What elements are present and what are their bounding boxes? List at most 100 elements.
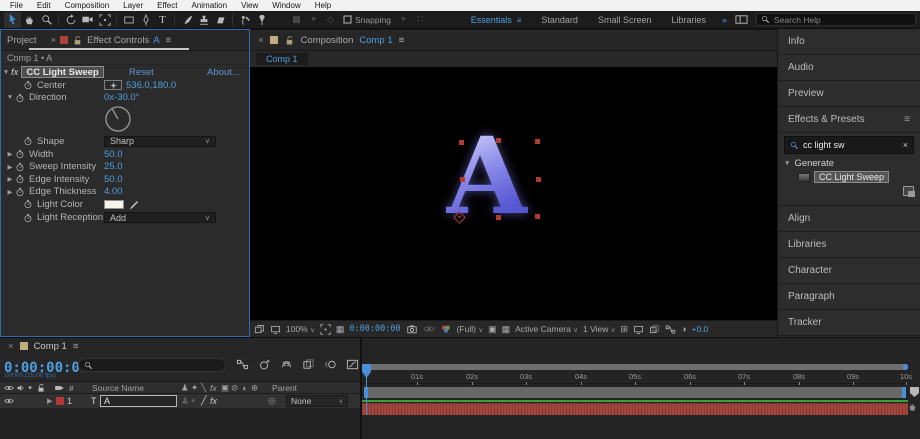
exposure-value[interactable]: +0.0 — [692, 324, 709, 334]
panel-menu-icon[interactable]: ≡ — [904, 114, 910, 125]
parent-dropdown[interactable]: None ∨ — [286, 395, 348, 407]
angle-dial[interactable] — [104, 105, 132, 133]
tab-composition[interactable]: Composition — [301, 35, 354, 46]
video-column-icon[interactable] — [4, 383, 14, 393]
stopwatch-icon[interactable] — [15, 187, 25, 197]
rotation-tool-icon[interactable] — [62, 12, 79, 28]
menu-file[interactable]: File — [3, 1, 30, 10]
draft-3d-icon[interactable] — [258, 358, 271, 371]
expander-icon[interactable]: ▼ — [784, 160, 790, 167]
label-column-icon[interactable] — [54, 382, 65, 393]
time-ruler[interactable]: 01s 02s 03s 04s 05s 06s 07s 08s 09s 10s — [362, 371, 908, 384]
motion-blur-switch-icon[interactable]: ⊘ — [231, 382, 238, 393]
grid-guides-icon[interactable]: ⊞ — [621, 324, 629, 335]
layer-duration-bar[interactable] — [362, 403, 908, 415]
eyedropper-icon[interactable] — [128, 199, 139, 210]
workspace-overflow-chevron[interactable]: » — [722, 15, 727, 25]
channel-icon[interactable] — [440, 323, 452, 335]
layer-label-color[interactable] — [56, 397, 64, 405]
timeline-search-box[interactable] — [78, 358, 226, 372]
adjustment-switch-icon[interactable]: ◑ — [241, 383, 246, 393]
pan-hand-icon[interactable] — [908, 402, 918, 412]
layer-row[interactable]: ▶ 1 T A ♟ ● ╱ fx ◎ None ∨ — [0, 394, 360, 409]
graph-editor-icon[interactable] — [346, 358, 359, 371]
target-region-icon[interactable]: ▣ — [488, 324, 497, 335]
selection-handle[interactable] — [496, 138, 501, 143]
center-value[interactable]: 536.0,180.0 — [126, 80, 176, 91]
sidebar-item-effects-presets[interactable]: Effects & Presets ≡ — [778, 107, 920, 133]
roto-brush-tool-icon[interactable] — [236, 12, 253, 28]
effects-group-generate[interactable]: ▼ Generate — [778, 157, 920, 170]
close-tab-icon[interactable]: × — [51, 35, 57, 46]
layer-shy-switch[interactable]: ♟ — [181, 396, 189, 407]
edge-intensity-value[interactable]: 50.0 — [104, 174, 123, 185]
workspace-standard[interactable]: Standard — [541, 15, 578, 25]
puppet-pin-tool-icon[interactable] — [253, 12, 270, 28]
sweep-intensity-value[interactable]: 25.0 — [104, 161, 123, 172]
workspace-small-screen[interactable]: Small Screen — [598, 15, 652, 25]
camera-dropdown[interactable]: Active Camera ∨ — [515, 324, 578, 334]
menu-window[interactable]: Window — [265, 1, 307, 10]
menu-layer[interactable]: Layer — [116, 1, 150, 10]
reset-button[interactable]: Reset — [129, 67, 154, 78]
motion-blur-icon[interactable] — [324, 358, 337, 371]
panel-menu-icon[interactable]: ≡ — [73, 341, 79, 352]
clone-stamp-tool-icon[interactable] — [195, 12, 212, 28]
resolution-dropdown[interactable]: (Full) ∨ — [457, 324, 484, 334]
hide-shy-layers-icon[interactable] — [280, 358, 293, 371]
pan-behind-tool-icon[interactable] — [96, 12, 113, 28]
menu-edit[interactable]: Edit — [30, 1, 58, 10]
comp-breadcrumb-tab[interactable]: Comp 1 — [256, 53, 308, 65]
direction-value[interactable]: 0x-30.0° — [104, 92, 140, 103]
lock-column-icon[interactable] — [36, 383, 46, 393]
main-monitor-icon[interactable] — [270, 324, 281, 335]
timeline-horizontal-scrollbar[interactable] — [364, 364, 908, 370]
effects-result-cc-light-sweep[interactable]: CC Light Sweep — [778, 170, 920, 184]
timeline-tab-comp1[interactable]: Comp 1 — [34, 341, 67, 352]
frame-blending-icon[interactable] — [302, 358, 315, 371]
type-tool-icon[interactable]: T — [154, 12, 171, 28]
edge-thickness-value[interactable]: 4.00 — [104, 186, 123, 197]
zoom-tool-icon[interactable] — [38, 12, 55, 28]
light-reception-dropdown[interactable]: Add∨ — [104, 212, 216, 223]
collapse-switch-icon[interactable]: ✦ — [191, 382, 198, 393]
layer-name-field[interactable]: A — [100, 395, 177, 407]
comp-flowchart-icon[interactable] — [665, 324, 676, 335]
preview-timecode[interactable]: 0:00:00:00 — [349, 324, 400, 334]
effects-search-box[interactable]: cc light sw × — [784, 136, 914, 154]
close-tab-icon[interactable]: × — [258, 35, 264, 46]
expander-icon[interactable]: ▼ — [5, 94, 15, 101]
selection-tool-icon[interactable] — [4, 12, 21, 28]
toggle-transparency-icon[interactable]: ▦ — [502, 324, 511, 335]
menu-animation[interactable]: Animation — [184, 1, 234, 10]
help-search-box[interactable]: Search Help — [756, 13, 916, 26]
parent-pickwhip-icon[interactable]: ◎ — [268, 396, 276, 407]
panel-menu-icon[interactable]: ≡ — [399, 35, 405, 46]
pixel-aspect-icon[interactable] — [633, 324, 644, 335]
solo-column-icon[interactable]: ● — [28, 384, 32, 391]
panel-menu-icon[interactable]: ≡ — [166, 35, 172, 46]
layer-collapse-switch[interactable]: ● — [191, 398, 195, 405]
exposure-icon[interactable]: ◑ — [681, 324, 686, 334]
tab-effect-controls[interactable]: Effect Controls — [87, 35, 149, 46]
close-tab-icon[interactable]: × — [8, 341, 14, 352]
layer-visibility-icon[interactable] — [4, 396, 14, 406]
width-value[interactable]: 50.0 — [104, 149, 123, 160]
selection-handle[interactable] — [496, 215, 501, 220]
expander-icon[interactable]: ▶ — [5, 163, 15, 171]
sidebar-item-info[interactable]: Info — [778, 29, 920, 55]
selection-handle[interactable] — [459, 140, 464, 145]
about-button[interactable]: About... — [207, 67, 240, 78]
work-area-bar[interactable] — [364, 387, 906, 398]
frame-blend-switch-icon[interactable]: ▣ — [221, 382, 229, 393]
effect-name[interactable]: CC Light Sweep — [21, 66, 103, 78]
point-control-icon[interactable] — [104, 80, 122, 90]
clear-search-icon[interactable]: × — [903, 140, 908, 150]
view-layout-dropdown[interactable]: 1 View ∨ — [583, 324, 616, 334]
eraser-tool-icon[interactable] — [212, 12, 229, 28]
stopwatch-icon[interactable] — [23, 80, 33, 90]
color-swatch[interactable] — [104, 200, 124, 209]
composition-viewport[interactable]: A — [250, 67, 777, 320]
sidebar-item-tracker[interactable]: Tracker — [778, 310, 920, 336]
layer-expander-icon[interactable]: ▶ — [47, 397, 52, 405]
